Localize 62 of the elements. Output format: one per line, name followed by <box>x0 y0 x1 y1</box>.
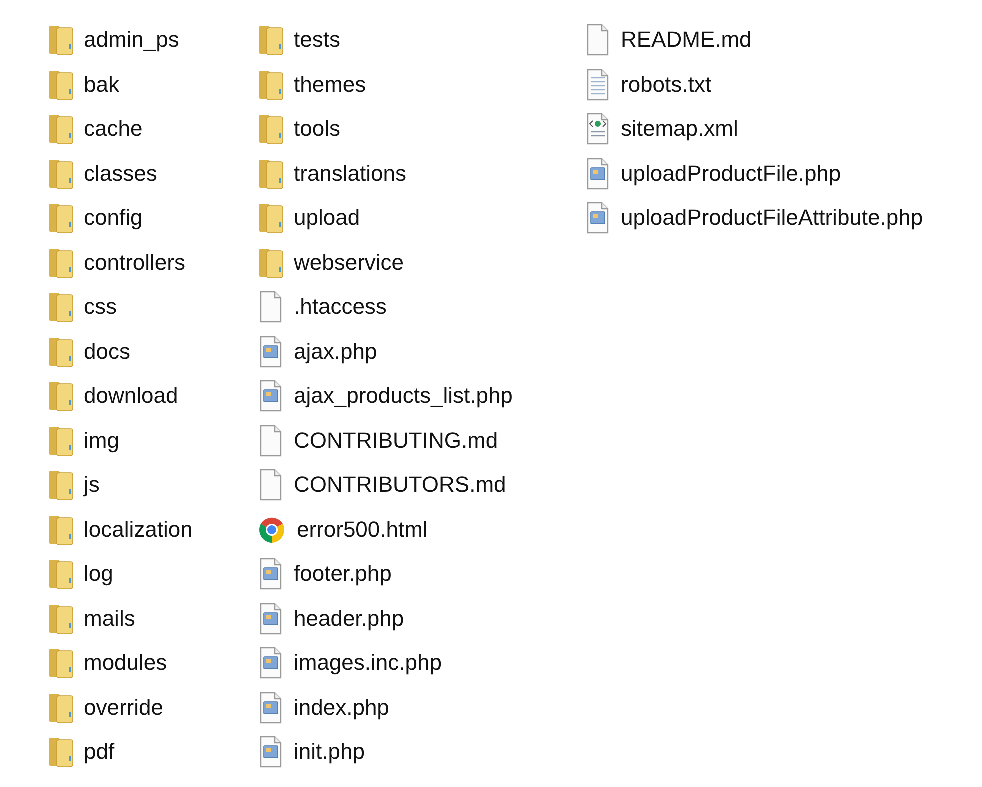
folder-icon <box>257 246 284 279</box>
folder-icon <box>47 602 74 635</box>
file-name[interactable]: pdf <box>84 739 115 766</box>
file-name[interactable]: tests <box>294 27 340 54</box>
file-name[interactable]: themes <box>294 72 366 98</box>
folder-icon <box>47 692 74 724</box>
file-name[interactable]: webservice <box>294 250 404 276</box>
file-name[interactable]: img <box>84 428 120 454</box>
file-name[interactable]: images.inc.php <box>294 650 442 676</box>
file-name[interactable]: docs <box>84 338 130 365</box>
file-name[interactable]: config <box>84 205 143 232</box>
file-name[interactable]: tools <box>294 116 340 142</box>
folder-icon <box>47 158 74 190</box>
file-name[interactable]: bak <box>84 72 120 98</box>
file-name[interactable]: sitemap.xml <box>621 116 738 142</box>
folder-icon <box>47 424 74 457</box>
folder-icon <box>47 336 74 368</box>
file-name[interactable]: index.php <box>294 694 390 721</box>
folder-icon <box>47 558 74 590</box>
file-name[interactable]: header.php <box>294 606 404 632</box>
folder-icon <box>257 24 284 56</box>
file-name[interactable]: ajax_products_list.php <box>294 383 513 410</box>
file-name[interactable]: init.php <box>294 739 365 766</box>
file-name[interactable]: cache <box>84 116 143 142</box>
folder-icon <box>257 158 284 190</box>
folder-icon <box>47 514 74 546</box>
folder-icon <box>47 113 74 146</box>
folder-icon <box>47 291 74 324</box>
file-name[interactable]: footer.php <box>294 561 392 588</box>
file-name[interactable]: README.md <box>621 27 752 54</box>
file-name[interactable]: css <box>84 294 117 320</box>
file-name[interactable]: upload <box>294 205 360 232</box>
folder-icon <box>257 113 284 146</box>
folder-icon <box>47 246 74 279</box>
file-name[interactable]: CONTRIBUTING.md <box>294 428 498 454</box>
file-name[interactable]: override <box>84 694 164 721</box>
file-name[interactable]: .htaccess <box>294 294 387 320</box>
file-name[interactable]: classes <box>84 160 158 187</box>
file-name[interactable]: robots.txt <box>621 72 712 98</box>
folder-icon <box>257 68 284 101</box>
file-name[interactable]: uploadProductFileAttribute.php <box>621 205 924 232</box>
folder-icon <box>47 68 74 101</box>
file-name[interactable]: download <box>84 383 178 410</box>
file-name[interactable]: translations <box>294 160 407 187</box>
folder-icon <box>47 24 74 56</box>
folder-icon <box>47 380 74 412</box>
file-name[interactable]: uploadProductFile.php <box>621 160 842 187</box>
folder-icon <box>47 202 74 234</box>
file-name[interactable]: controllers <box>84 250 186 276</box>
file-name[interactable]: mails <box>84 606 136 632</box>
file-name[interactable]: error500.html <box>297 516 428 543</box>
file-name[interactable]: admin_ps <box>84 27 180 54</box>
folder-icon <box>257 202 284 234</box>
file-name[interactable]: localization <box>84 516 193 543</box>
file-name[interactable]: modules <box>84 650 168 676</box>
folder-icon <box>47 736 74 768</box>
file-name[interactable]: ajax.php <box>294 338 378 365</box>
folder-icon <box>47 469 74 502</box>
file-name[interactable]: log <box>84 561 114 588</box>
folder-icon <box>47 647 74 680</box>
file-name[interactable]: CONTRIBUTORS.md <box>294 472 506 498</box>
file-name[interactable]: js <box>84 472 100 498</box>
